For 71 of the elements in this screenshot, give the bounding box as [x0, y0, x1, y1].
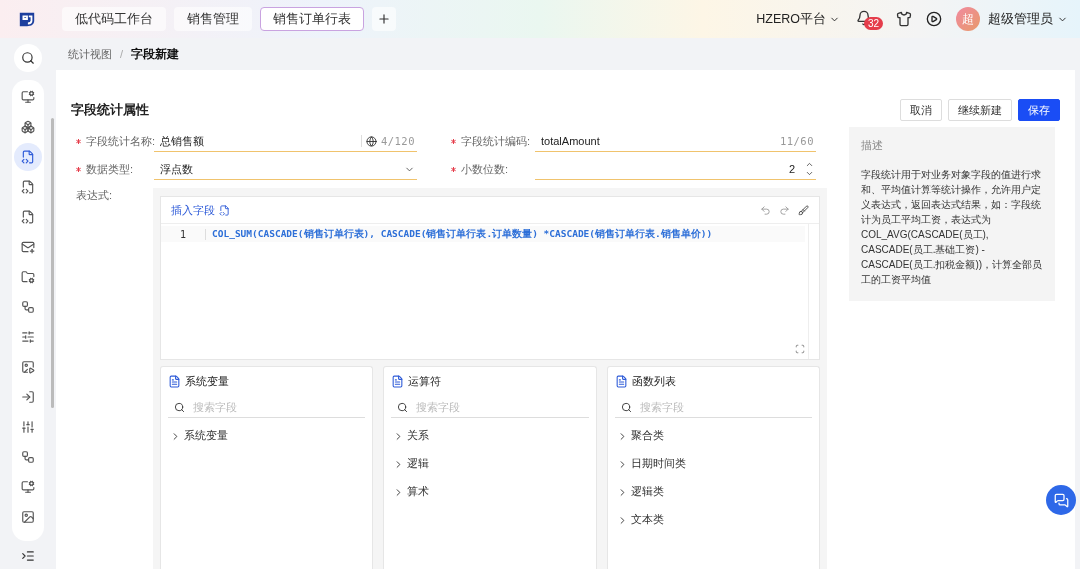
code-file-icon[interactable] [14, 143, 42, 171]
code-editor[interactable]: 插入字段 1 COL_SUM(CASCADE(销售订单行表), CASCADE(销售订单行表.订单数量) *CASCADE(销售订单行表.销售单价)) [160, 196, 820, 360]
insert-field-link[interactable]: 插入字段 [171, 202, 230, 218]
field-label: 字段统计名称: [76, 131, 154, 151]
tree-item-label: 系统变量 [184, 429, 228, 443]
code-file-icon [219, 204, 230, 216]
description-text: 字段统计用于对业务对象字段的值进行求和、平均值计算等统计操作，允许用户定义表达式，返回表达式结果，如：字段统计为员工平均工资，表达式为 COL_AVG(CASCADE(员工), CASCADE(员工.基础工资) - CASCADE(员工.扣税金额))，计算全部员工的工资平均值 [861, 168, 1043, 287]
panel-title: 函数列表 [631, 373, 676, 389]
tree-item[interactable]: 文本类 [614, 506, 664, 534]
platform-dropdown[interactable]: HZERO平台 [756, 10, 840, 28]
globe-icon[interactable] [365, 135, 377, 147]
collapse-menu-icon[interactable] [21, 549, 35, 563]
tree-item[interactable]: 聚合类 [614, 422, 664, 450]
document-icon [168, 374, 181, 388]
nav-tab[interactable]: 销售管理 [174, 7, 252, 31]
logo-icon [18, 10, 36, 28]
nav-tab[interactable]: 低代码工作台 [62, 7, 166, 31]
search-field[interactable]: 搜索字段 [414, 400, 589, 414]
nav-tab[interactable]: 销售订单行表 [260, 7, 364, 31]
notification-count: 32 [864, 17, 884, 30]
panel-title: 系统变量 [185, 373, 229, 389]
tree-item-label: 日期时间类 [630, 457, 686, 471]
tree-item[interactable]: 算术 [391, 478, 430, 506]
search-icon [174, 401, 185, 413]
description-title: 描述 [861, 139, 884, 153]
code-text: COL_SUM(CASCADE(销售订单行表), CASCADE(销售订单行表.订单数量) *CASCADE(销售订单行表.销售单价)) [211, 227, 713, 241]
field-label: 数据类型: [76, 159, 154, 179]
tree-item-label: 文本类 [630, 513, 664, 527]
tree-item-label: 逻辑类 [630, 485, 664, 499]
add-tab-button[interactable] [372, 7, 396, 31]
action-button[interactable]: 取消 [900, 99, 942, 121]
text-field[interactable]: 总销售额 4/120 [154, 131, 417, 152]
breadcrumb-link[interactable]: 统计视图 [68, 46, 112, 62]
document-icon [614, 374, 628, 388]
panel-title: 运算符 [408, 373, 442, 389]
search-field[interactable]: 搜索字段 [637, 400, 812, 414]
tree-item[interactable]: 逻辑 [391, 450, 430, 478]
search-icon [397, 401, 409, 413]
shirt-icon[interactable] [896, 11, 912, 27]
tree-item[interactable]: 系统变量 [168, 422, 228, 450]
document-icon [391, 374, 405, 388]
step-up-icon[interactable] [805, 160, 814, 169]
field-label: 字段统计编码: [439, 131, 535, 151]
select-field[interactable]: 浮点数 [154, 159, 417, 180]
tree-item-label: 算术 [407, 485, 430, 499]
tree-item-label: 聚合类 [630, 429, 664, 443]
section-title: 字段统计属性 [71, 101, 150, 119]
field-label: 小数位数: [439, 159, 535, 179]
tree-item[interactable]: 日期时间类 [614, 450, 686, 478]
brush-icon[interactable] [798, 204, 809, 216]
tree-item[interactable]: 关系 [391, 422, 430, 450]
plus-icon [377, 12, 391, 26]
breadcrumb-current: 字段新建 [131, 45, 180, 63]
breadcrumb-separator: / [120, 48, 124, 60]
user-menu[interactable]: 超级管理员 [988, 10, 1068, 28]
tree-item-label: 关系 [407, 429, 430, 443]
step-down-icon[interactable] [805, 169, 814, 178]
play-icon[interactable] [926, 11, 942, 27]
chat-icon [1053, 492, 1069, 508]
search-button[interactable] [14, 44, 42, 72]
number-field[interactable]: 2 [535, 159, 816, 180]
search-icon [21, 51, 35, 65]
text-field[interactable]: totalAmount 11/60 [535, 131, 816, 152]
tree-item-label: 逻辑 [407, 457, 430, 471]
search-icon [620, 401, 632, 413]
line-number: 1 [161, 228, 206, 240]
tree-item[interactable]: 逻辑类 [614, 478, 664, 506]
action-button[interactable]: 继续新建 [948, 99, 1012, 121]
save-button[interactable]: 保存 [1018, 99, 1060, 121]
field-label: 表达式: [76, 188, 114, 203]
search-field[interactable]: 搜索字段 [191, 400, 366, 414]
